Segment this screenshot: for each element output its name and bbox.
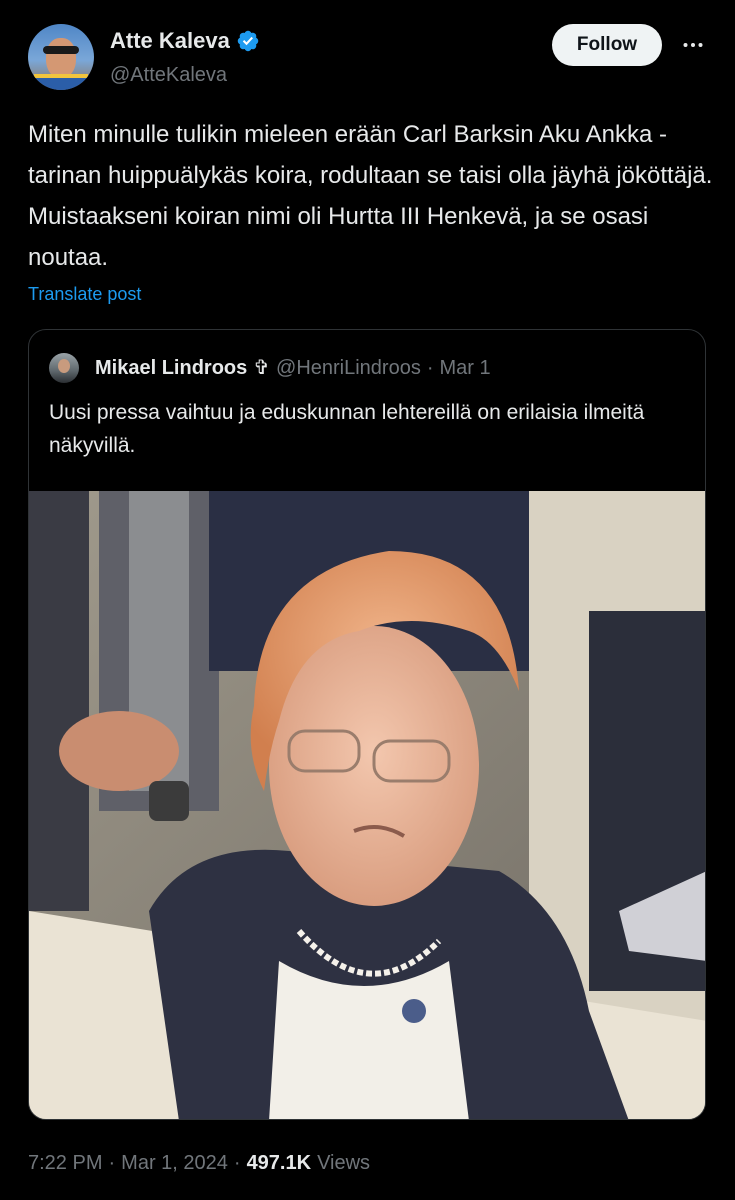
quoted-tweet-header: Mikael Lindroos ✞ @HenriLindroos · Mar 1 [95, 355, 491, 380]
author-display-name[interactable]: Atte Kaleva [110, 28, 230, 54]
views-count[interactable]: 497.1K [247, 1152, 312, 1175]
tweet-time[interactable]: 7:22 PM [28, 1152, 102, 1175]
avatar-face [46, 38, 76, 78]
quoted-date[interactable]: Mar 1 [440, 357, 491, 380]
author-name-row: Atte Kaleva [110, 28, 260, 54]
tweet-header: Atte Kaleva @AtteKaleva Follow [28, 22, 708, 94]
footer-separator-2: · [233, 1152, 241, 1174]
photo-illustration [29, 491, 705, 1119]
quoted-tweet-card[interactable]: Mikael Lindroos ✞ @HenriLindroos · Mar 1… [28, 329, 706, 1120]
quoted-author-name[interactable]: Mikael Lindroos [95, 357, 247, 380]
views-label: Views [317, 1152, 371, 1174]
more-dots-icon [683, 43, 703, 47]
quoted-tweet-photo[interactable] [29, 491, 705, 1119]
footer-separator-1: · [108, 1152, 116, 1174]
quoted-avatar-face [58, 359, 70, 373]
avatar-sunglasses [43, 46, 79, 54]
quoted-tweet-text: Uusi pressa vaihtuu ja eduskunnan lehter… [49, 401, 645, 457]
quoted-author-avatar[interactable] [49, 353, 79, 383]
tweet-date[interactable]: Mar 1, 2024 [121, 1152, 228, 1175]
translate-post-link[interactable]: Translate post [28, 284, 141, 305]
author-handle[interactable]: @AtteKaleva [110, 64, 227, 87]
cross-badge-icon: ✞ [253, 357, 271, 379]
author-avatar[interactable] [28, 24, 94, 90]
avatar-shirt [34, 74, 88, 90]
quoted-author-handle[interactable]: @HenriLindroos [276, 357, 421, 380]
verified-badge-icon [237, 30, 259, 52]
follow-button[interactable]: Follow [552, 24, 662, 66]
tweet-metadata: 7:22 PM · Mar 1, 2024 · 497.1K Views [28, 1152, 370, 1175]
quoted-separator: · [426, 357, 434, 379]
tweet-body-text: Miten minulle tulikin mieleen erään Carl… [28, 121, 713, 271]
more-options-icon[interactable] [678, 30, 708, 60]
